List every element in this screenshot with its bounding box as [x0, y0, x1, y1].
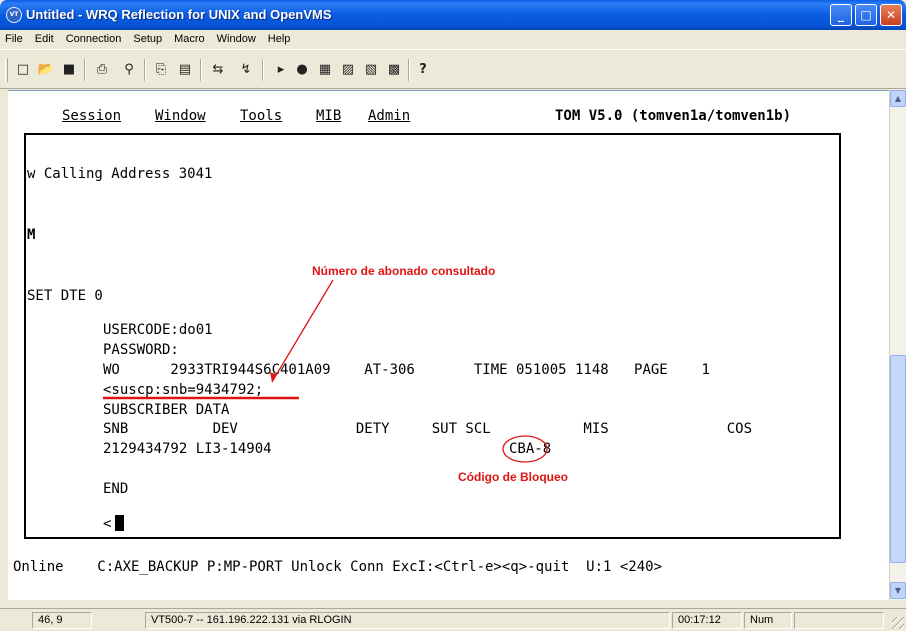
- scroll-up-button[interactable]: ▲: [890, 90, 906, 107]
- clock: 00:17:12: [672, 612, 742, 629]
- scroll-down-button[interactable]: ▼: [890, 582, 906, 599]
- resize-grip[interactable]: [892, 617, 904, 629]
- cursor-position: 46, 9: [32, 612, 92, 629]
- cba-circle: [502, 435, 548, 463]
- status-bar: 46, 9 VT500-7 -- 161.196.222.131 via RLO…: [0, 608, 906, 631]
- connection-info: VT500-7 -- 161.196.222.131 via RLOGIN: [145, 612, 670, 629]
- status-cell: [794, 612, 884, 629]
- numlock-indicator: Num: [744, 612, 792, 629]
- annotation-arrow-line: [271, 279, 334, 383]
- annotation-overlay: [103, 279, 548, 463]
- vertical-scrollbar[interactable]: ▲ ▼: [889, 90, 906, 600]
- scroll-thumb[interactable]: [890, 355, 906, 563]
